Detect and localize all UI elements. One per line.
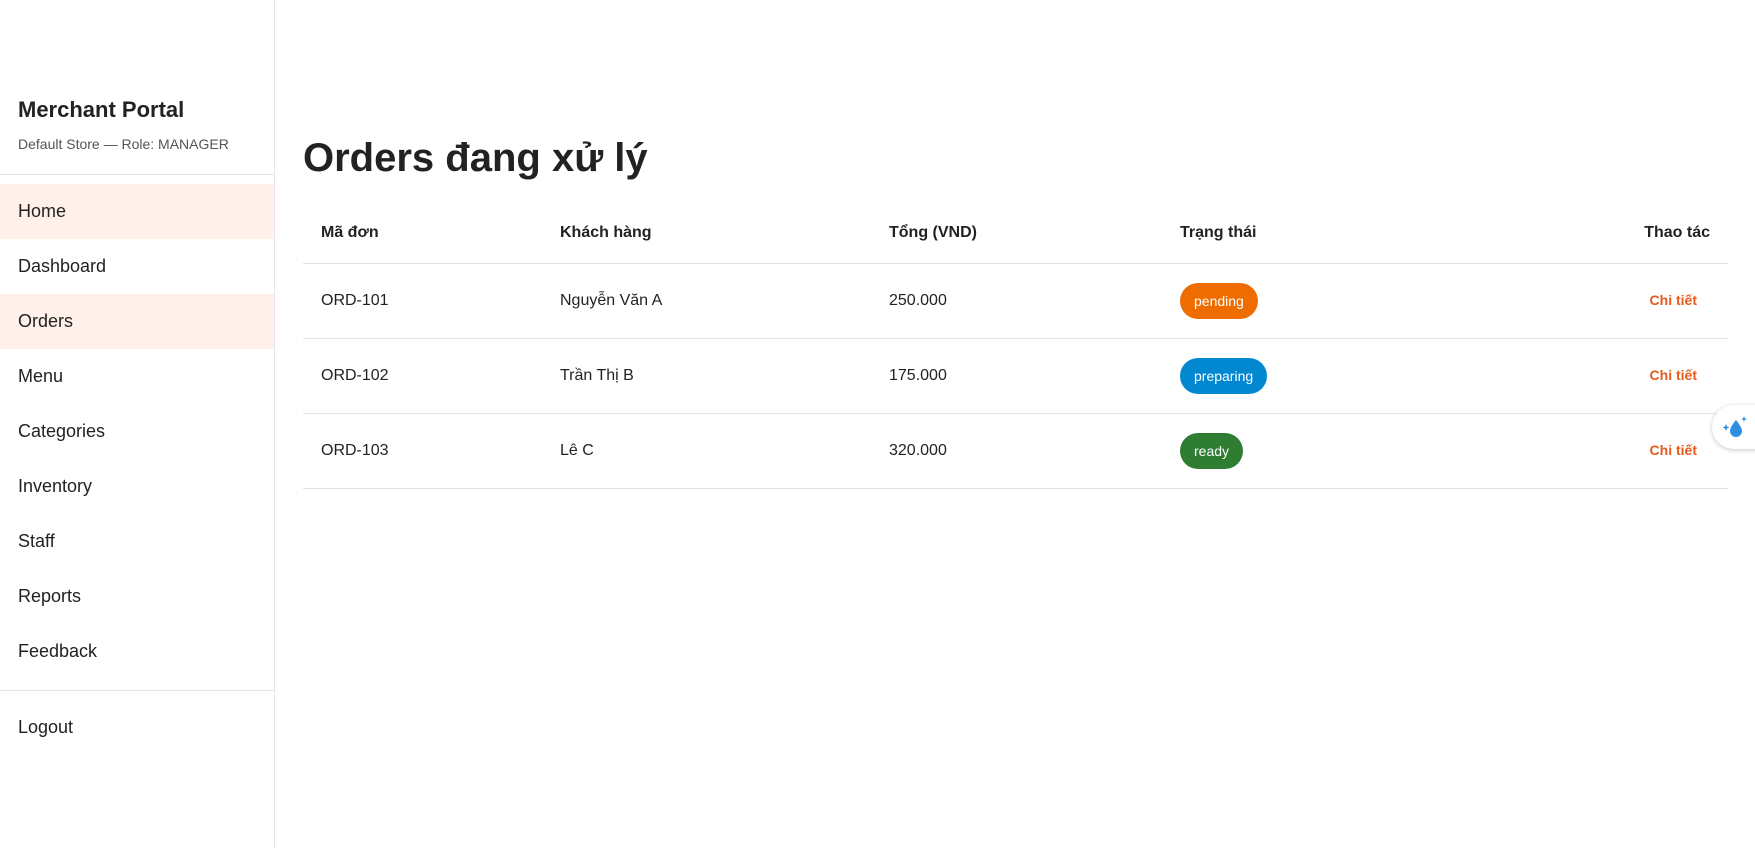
order-customer: Trần Thị B xyxy=(542,338,871,414)
sidebar-item-home[interactable]: Home xyxy=(0,184,274,239)
brand-title: Merchant Portal xyxy=(18,97,185,122)
order-total: 175.000 xyxy=(871,338,1162,414)
order-total: 320.000 xyxy=(871,413,1162,489)
table-row: ORD-101 Nguyễn Văn A 250.000 pending Chi… xyxy=(303,263,1728,339)
sidebar-item-orders[interactable]: Orders xyxy=(0,294,274,349)
app: Merchant Portal Default Store — Role: MA… xyxy=(0,0,1755,848)
sidebar-item-menu[interactable]: Menu xyxy=(0,349,274,404)
detail-link[interactable]: Chi tiết xyxy=(1650,367,1697,383)
orders-table: Mã đơn Khách hàng Tổng (VND) Trạng thái … xyxy=(303,202,1728,489)
order-customer: Nguyễn Văn A xyxy=(542,263,871,339)
column-header-actions: Thao tác xyxy=(1462,202,1728,264)
column-header-total: Tổng (VND) xyxy=(871,202,1162,264)
sidebar-divider-bottom xyxy=(0,690,274,691)
order-id: ORD-101 xyxy=(303,263,542,339)
status-badge: pending xyxy=(1180,283,1258,319)
column-header-status: Trạng thái xyxy=(1162,202,1462,264)
sparkle-droplet-icon xyxy=(1722,416,1747,437)
column-header-customer: Khách hàng xyxy=(542,202,871,264)
sidebar-item-feedback[interactable]: Feedback xyxy=(0,624,274,679)
floating-assistant-button[interactable] xyxy=(1712,405,1755,449)
sidebar-item-inventory[interactable]: Inventory xyxy=(0,459,274,514)
sidebar-item-dashboard[interactable]: Dashboard xyxy=(0,239,274,294)
sidebar-item-categories[interactable]: Categories xyxy=(0,404,274,459)
column-header-id: Mã đơn xyxy=(303,202,542,264)
order-customer: Lê C xyxy=(542,413,871,489)
order-id: ORD-102 xyxy=(303,338,542,414)
table-header-row: Mã đơn Khách hàng Tổng (VND) Trạng thái … xyxy=(303,202,1728,264)
sidebar-item-staff[interactable]: Staff xyxy=(0,514,274,569)
brand-subtitle: Default Store — Role: MANAGER xyxy=(18,136,229,152)
order-total: 250.000 xyxy=(871,263,1162,339)
status-badge: ready xyxy=(1180,433,1244,469)
sidebar: Merchant Portal Default Store — Role: MA… xyxy=(0,0,275,848)
sidebar-item-reports[interactable]: Reports xyxy=(0,569,274,624)
status-badge: preparing xyxy=(1180,358,1268,394)
order-id: ORD-103 xyxy=(303,413,542,489)
sidebar-divider-top xyxy=(0,174,274,175)
sidebar-nav: Home Dashboard Orders Menu Categories In… xyxy=(0,184,274,679)
logout-button[interactable]: Logout xyxy=(18,717,73,738)
table-row: ORD-102 Trần Thị B 175.000 preparing Chi… xyxy=(303,338,1728,414)
table-row: ORD-103 Lê C 320.000 ready Chi tiết xyxy=(303,413,1728,489)
detail-link[interactable]: Chi tiết xyxy=(1650,292,1697,308)
detail-link[interactable]: Chi tiết xyxy=(1650,442,1697,458)
page-title: Orders đang xử lý xyxy=(303,136,648,180)
